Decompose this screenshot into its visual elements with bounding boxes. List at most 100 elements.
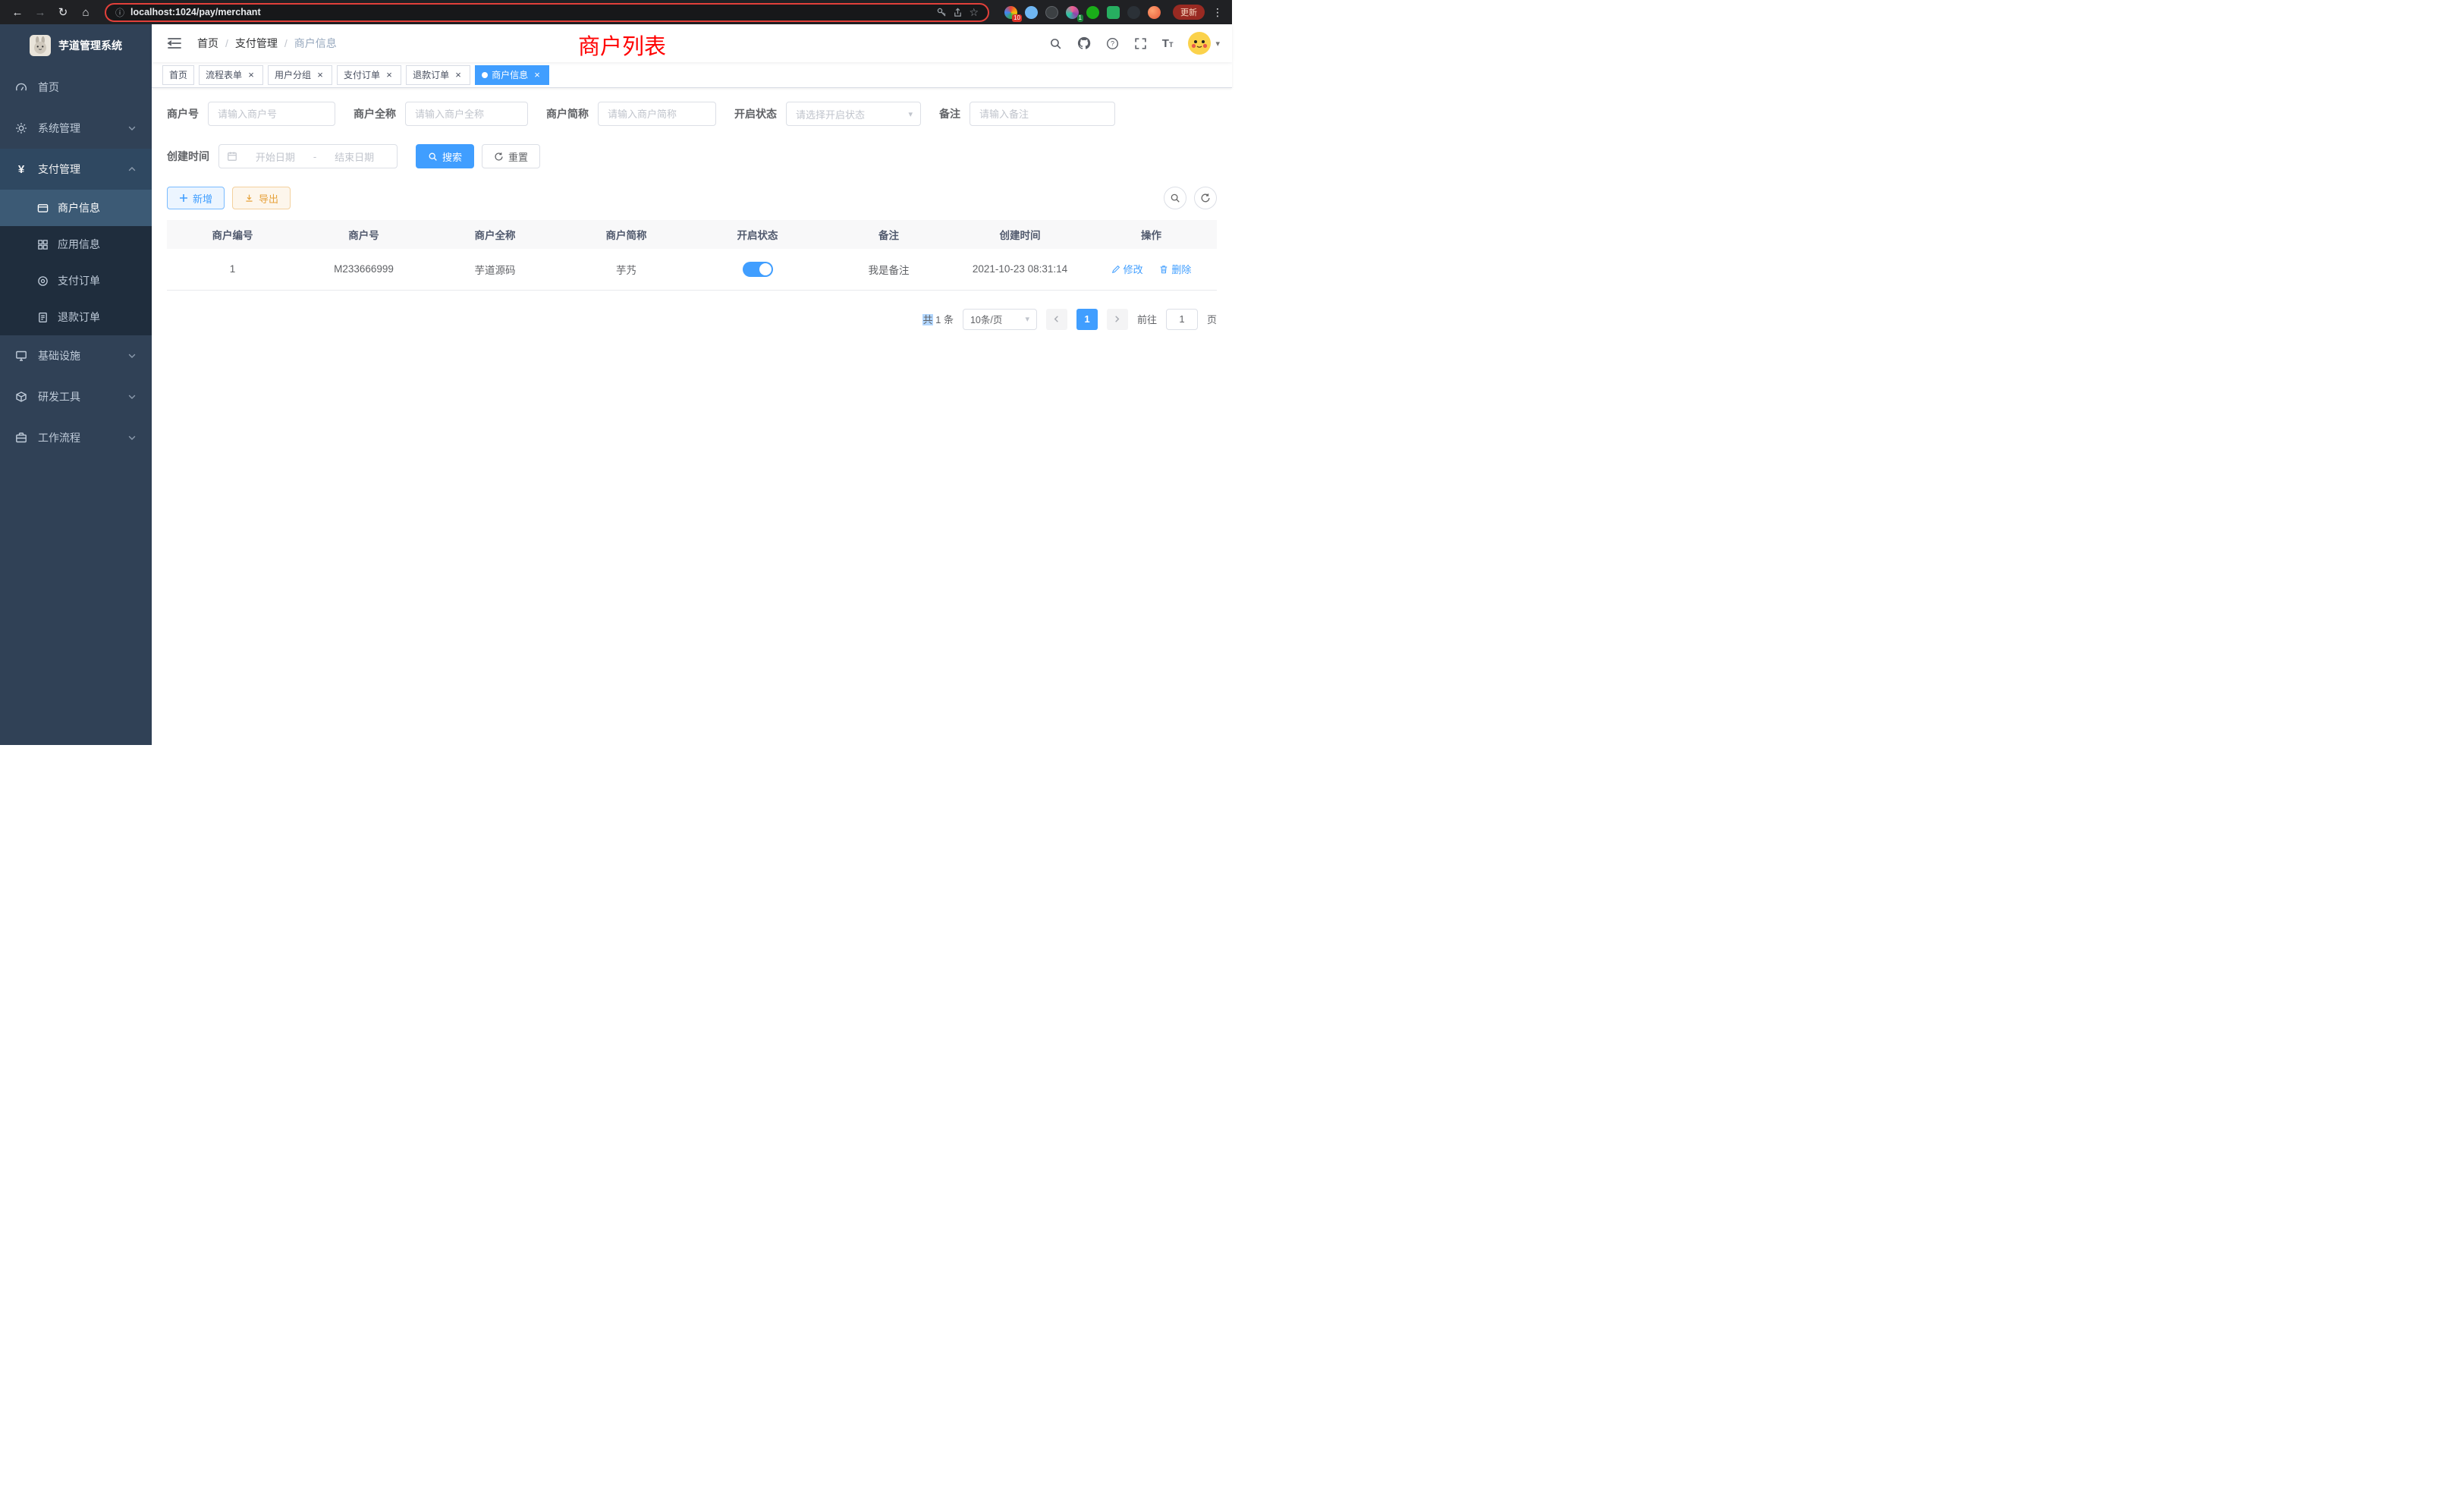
header-search-icon[interactable] xyxy=(1049,37,1062,50)
tab-home[interactable]: 首页 xyxy=(162,65,194,85)
password-key-icon[interactable] xyxy=(936,7,947,17)
close-icon[interactable]: × xyxy=(384,70,394,80)
browser-forward-button[interactable]: → xyxy=(30,2,50,22)
merchant-no-input[interactable] xyxy=(208,102,335,126)
delete-link[interactable]: 删除 xyxy=(1159,262,1191,276)
sidebar-item-payment[interactable]: ¥ 支付管理 xyxy=(0,149,152,190)
plus-icon xyxy=(179,193,188,203)
browser-toolbar: ← → ↻ ⌂ ⓘ localhost:1024/pay/merchant ☆ … xyxy=(0,0,1232,24)
page-size-select[interactable]: 10条/页 ▾ xyxy=(963,309,1037,330)
logo-image xyxy=(30,35,51,56)
col-header-no: 商户号 xyxy=(298,220,429,249)
remark-input[interactable] xyxy=(970,102,1115,126)
export-button-label: 导出 xyxy=(259,191,278,206)
browser-reload-button[interactable]: ↻ xyxy=(53,2,73,22)
tab-label: 支付订单 xyxy=(344,68,380,81)
font-size-icon[interactable]: TT xyxy=(1162,38,1174,49)
sidebar-item-home[interactable]: 首页 xyxy=(0,67,152,108)
close-icon[interactable]: × xyxy=(315,70,325,80)
url-text: localhost:1024/pay/merchant xyxy=(130,7,930,17)
github-icon[interactable] xyxy=(1077,36,1091,50)
filter-status: 开启状态 请选择开启状态 ▾ xyxy=(734,102,921,126)
goto-page-input[interactable] xyxy=(1166,309,1198,330)
browser-home-button[interactable]: ⌂ xyxy=(76,2,96,22)
chevron-up-icon xyxy=(127,165,137,174)
help-question-icon[interactable]: ? xyxy=(1106,37,1119,50)
extension-icon-doc[interactable] xyxy=(1107,6,1120,19)
gear-icon xyxy=(15,122,27,134)
tab-refund-order[interactable]: 退款订单 × xyxy=(406,65,470,85)
search-button[interactable]: 搜索 xyxy=(416,144,474,168)
sidebar-item-label: 首页 xyxy=(38,80,59,95)
address-bar[interactable]: ⓘ localhost:1024/pay/merchant ☆ xyxy=(105,3,989,22)
close-icon[interactable]: × xyxy=(453,70,464,80)
extension-icon-avatar[interactable]: 1 xyxy=(1066,6,1079,19)
profile-avatar-icon[interactable] xyxy=(1148,6,1161,19)
user-avatar[interactable]: ▾ xyxy=(1188,32,1220,55)
page-1-button[interactable]: 1 xyxy=(1076,309,1098,330)
share-icon[interactable] xyxy=(953,8,963,17)
sidebar-item-label: 退款订单 xyxy=(58,310,100,325)
sidebar-item-merchant-info[interactable]: 商户信息 xyxy=(0,190,152,226)
sidebar-item-label: 商户信息 xyxy=(58,200,100,215)
prev-page-button[interactable] xyxy=(1046,309,1067,330)
chrome-update-button[interactable]: 更新 xyxy=(1173,5,1205,20)
next-page-button[interactable] xyxy=(1107,309,1128,330)
short-name-input[interactable] xyxy=(598,102,716,126)
filter-short-name: 商户简称 xyxy=(546,102,716,126)
reset-button[interactable]: 重置 xyxy=(482,144,540,168)
tab-pay-order[interactable]: 支付订单 × xyxy=(337,65,401,85)
sidebar-item-infra[interactable]: 基础设施 xyxy=(0,335,152,376)
col-header-short-name: 商户简称 xyxy=(561,220,692,249)
cell-actions: 修改 删除 xyxy=(1086,249,1217,290)
refresh-table-button[interactable] xyxy=(1194,187,1217,209)
date-separator: - xyxy=(313,151,316,162)
edit-link[interactable]: 修改 xyxy=(1111,262,1143,276)
sidebar-item-refund-order[interactable]: 退款订单 xyxy=(0,299,152,335)
search-icon xyxy=(428,152,438,162)
site-info-icon[interactable]: ⓘ xyxy=(115,6,124,19)
full-name-input[interactable] xyxy=(405,102,528,126)
cell-no: M233666999 xyxy=(298,249,429,290)
sidebar-item-pay-order[interactable]: 支付订单 xyxy=(0,262,152,299)
extension-icon-dark[interactable] xyxy=(1045,6,1058,19)
delete-link-label: 删除 xyxy=(1171,262,1191,276)
svg-text:?: ? xyxy=(1111,39,1114,47)
create-time-range-picker[interactable]: 开始日期 - 结束日期 xyxy=(218,144,398,168)
status-select[interactable]: 请选择开启状态 ▾ xyxy=(786,102,921,126)
sidebar-item-system[interactable]: 系统管理 xyxy=(0,108,152,149)
bookmark-star-icon[interactable]: ☆ xyxy=(969,6,979,19)
chevron-down-icon: ▾ xyxy=(1025,314,1029,324)
app-logo[interactable]: 芋道管理系统 xyxy=(0,24,152,67)
browser-menu-icon[interactable]: ⋮ xyxy=(1211,6,1224,19)
tab-merchant-info[interactable]: 商户信息 × xyxy=(475,65,549,85)
toggle-search-button[interactable] xyxy=(1164,187,1186,209)
extension-icon-drop[interactable] xyxy=(1025,6,1038,19)
sidebar-item-dev-tools[interactable]: 研发工具 xyxy=(0,376,152,417)
breadcrumb-home[interactable]: 首页 xyxy=(197,36,218,51)
toggle-knob xyxy=(759,263,772,275)
extension-icon-github[interactable] xyxy=(1127,6,1140,19)
browser-back-button[interactable]: ← xyxy=(8,2,27,22)
status-toggle[interactable] xyxy=(743,262,773,277)
sidebar-item-workflow[interactable]: 工作流程 xyxy=(0,417,152,458)
extension-icon-green-circle[interactable] xyxy=(1086,6,1099,19)
breadcrumb-payment[interactable]: 支付管理 xyxy=(235,36,278,51)
sidebar-item-app-info[interactable]: 应用信息 xyxy=(0,226,152,262)
extension-icon-grid[interactable]: 10 xyxy=(1004,6,1017,19)
close-icon[interactable]: × xyxy=(246,70,256,80)
filter-label: 商户简称 xyxy=(546,106,589,121)
export-button[interactable]: 导出 xyxy=(232,187,291,209)
breadcrumb-separator: / xyxy=(284,37,288,49)
hamburger-icon[interactable] xyxy=(164,36,185,50)
target-icon xyxy=(36,275,49,287)
tab-process-form[interactable]: 流程表单 × xyxy=(199,65,263,85)
add-button[interactable]: 新增 xyxy=(167,187,225,209)
fullscreen-icon[interactable] xyxy=(1134,37,1147,50)
col-header-create-time: 创建时间 xyxy=(954,220,1086,249)
tab-user-group[interactable]: 用户分组 × xyxy=(268,65,332,85)
breadcrumb-separator: / xyxy=(225,37,228,49)
sidebar-item-label: 应用信息 xyxy=(58,237,100,252)
close-icon[interactable]: × xyxy=(532,70,542,80)
pagination: 共 1 条 10条/页 ▾ 1 前往 页 xyxy=(167,309,1217,330)
